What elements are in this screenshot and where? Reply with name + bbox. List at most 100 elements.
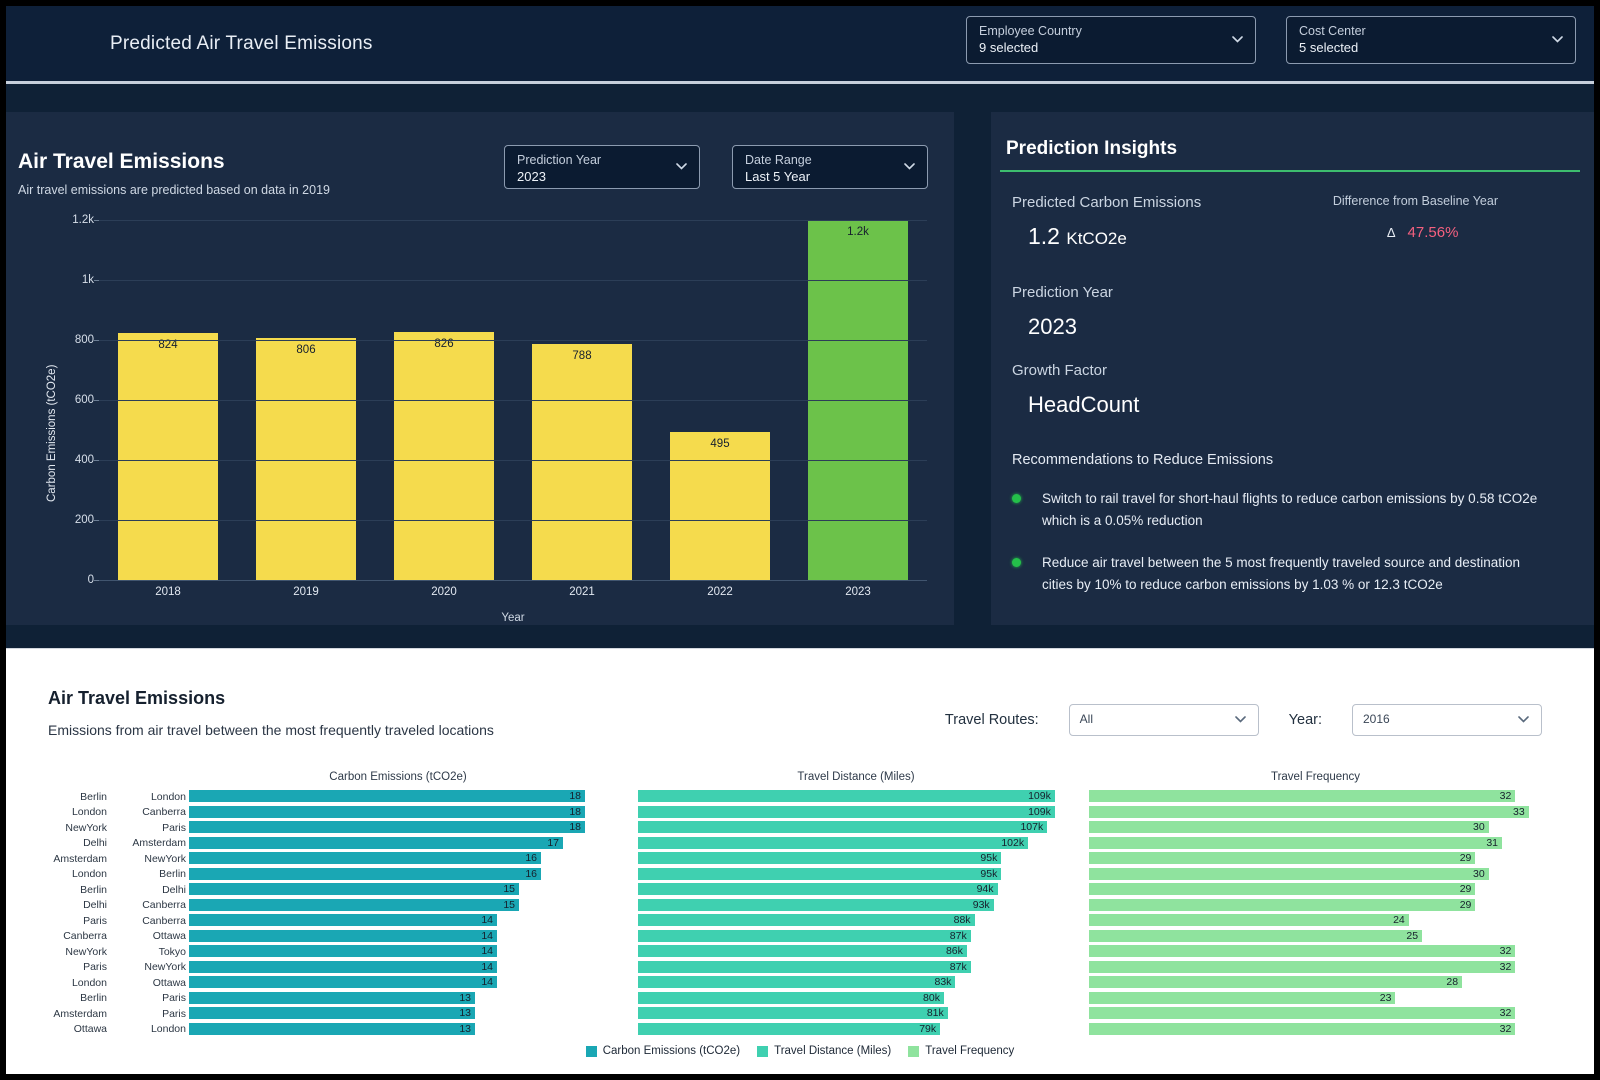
- employee-country-value: 9 selected: [979, 40, 1039, 55]
- bar-row: 109k: [638, 789, 1074, 805]
- horizontal-bar[interactable]: [189, 944, 497, 958]
- horizontal-bar[interactable]: [638, 1006, 948, 1020]
- horizontal-bar[interactable]: [638, 1021, 941, 1036]
- horizontal-bar[interactable]: [189, 835, 563, 850]
- horizontal-bar[interactable]: [189, 1021, 475, 1036]
- horizontal-bar[interactable]: [189, 820, 585, 834]
- x-axis-line: [99, 580, 927, 581]
- horizontal-bar[interactable]: [1089, 789, 1516, 803]
- bar-row: 32: [1089, 1021, 1542, 1038]
- horizontal-bar[interactable]: [638, 804, 1055, 819]
- bar-value-label: 18: [569, 821, 581, 833]
- bar[interactable]: 788: [532, 343, 632, 580]
- route-destination: Paris: [162, 821, 186, 834]
- bar-value-label: 87k: [949, 960, 967, 973]
- horizontal-bar[interactable]: [1089, 866, 1489, 881]
- horizontal-bar[interactable]: [638, 944, 967, 958]
- horizontal-bar[interactable]: [638, 913, 975, 927]
- bar[interactable]: 826: [394, 332, 494, 580]
- horizontal-bar[interactable]: [189, 897, 519, 912]
- horizontal-bar[interactable]: [1089, 820, 1489, 834]
- horizontal-bar[interactable]: [638, 975, 956, 989]
- route-source: Paris: [83, 914, 107, 927]
- horizontal-bar[interactable]: [189, 928, 497, 943]
- bar-value-label: 79k: [919, 1022, 937, 1035]
- date-range-dropdown[interactable]: Date Range Last 5 Year: [732, 145, 928, 189]
- bar-value-label: 13: [459, 1007, 471, 1019]
- bar-row: 18: [189, 789, 607, 805]
- bar-value-label: 788: [572, 349, 592, 362]
- route-source: Amsterdam: [53, 1007, 107, 1020]
- horizontal-bar[interactable]: [1089, 959, 1516, 974]
- horizontal-bar[interactable]: [638, 820, 1048, 834]
- bar-value-label: 23: [1379, 991, 1392, 1004]
- bar-row: 13: [189, 1021, 607, 1038]
- horizontal-bar[interactable]: [1089, 851, 1476, 865]
- bar-row: 95k: [638, 866, 1074, 883]
- route-source: London: [71, 806, 107, 819]
- growth-factor-label: Growth Factor: [1012, 362, 1108, 379]
- horizontal-bar[interactable]: [1089, 928, 1423, 943]
- legend-swatch: [908, 1045, 920, 1057]
- legend-item[interactable]: Carbon Emissions (tCO2e): [585, 1045, 740, 1057]
- route-label-column: Berlin London London Canberra NewYork Paris De…: [41, 789, 186, 1037]
- horizontal-bar[interactable]: [638, 866, 1002, 881]
- route-destination: Tokyo: [158, 945, 186, 958]
- horizontal-bar[interactable]: [189, 959, 497, 974]
- horizontal-bar[interactable]: [189, 804, 585, 819]
- bar-value-label: 495: [710, 437, 730, 450]
- x-axis-tick-label: 2019: [293, 586, 319, 598]
- bar[interactable]: 824: [118, 332, 218, 580]
- horizontal-bar[interactable]: [1089, 975, 1463, 989]
- horizontal-bar[interactable]: [1089, 804, 1529, 819]
- horizontal-bar[interactable]: [1089, 1021, 1516, 1036]
- horizontal-bar[interactable]: [189, 990, 475, 1005]
- chevron-down-icon: [676, 163, 687, 170]
- horizontal-bar[interactable]: [189, 975, 497, 989]
- horizontal-bar[interactable]: [638, 789, 1055, 803]
- horizontal-bar[interactable]: [1089, 882, 1476, 896]
- bar-value-label: 32: [1499, 1022, 1512, 1035]
- bar-value-label: 13: [459, 1022, 471, 1035]
- horizontal-bar[interactable]: [1089, 944, 1516, 958]
- legend-item[interactable]: Travel Distance (Miles): [757, 1045, 891, 1057]
- horizontal-bar[interactable]: [638, 990, 944, 1005]
- route-label-row: Berlin Paris: [41, 991, 186, 1007]
- bar[interactable]: 495: [670, 431, 770, 580]
- horizontal-bar[interactable]: [638, 851, 1002, 865]
- horizontal-bar[interactable]: [189, 913, 497, 927]
- dashboard-root: Predicted Air Travel Emissions Employee …: [0, 0, 1600, 1080]
- horizontal-bar[interactable]: [189, 851, 541, 865]
- bar-row: 32: [1089, 1006, 1542, 1022]
- bar-value-label: 15: [503, 898, 515, 911]
- prediction-year-dropdown[interactable]: Prediction Year 2023: [504, 145, 700, 189]
- bar-row: 109k: [638, 804, 1074, 821]
- employee-country-dropdown[interactable]: Employee Country 9 selected: [966, 16, 1256, 64]
- route-label-row: Paris NewYork: [41, 960, 186, 976]
- y-axis-ticks: 0 200 400 600 800 1k 1.2k: [50, 214, 94, 586]
- horizontal-bar[interactable]: [1089, 990, 1396, 1005]
- horizontal-bar[interactable]: [1089, 913, 1409, 927]
- horizontal-bar[interactable]: [1089, 897, 1476, 912]
- route-destination: Canberra: [142, 914, 186, 927]
- travel-routes-label: Travel Routes:: [944, 712, 1039, 728]
- horizontal-bar[interactable]: [638, 882, 998, 896]
- horizontal-bar[interactable]: [189, 866, 541, 881]
- horizontal-bar[interactable]: [189, 1006, 475, 1020]
- horizontal-bar[interactable]: [638, 928, 971, 943]
- cost-center-dropdown[interactable]: Cost Center 5 selected: [1286, 16, 1576, 64]
- horizontal-bar[interactable]: [638, 959, 971, 974]
- year-dropdown[interactable]: 2016: [1352, 704, 1542, 736]
- horizontal-bar[interactable]: [638, 897, 994, 912]
- route-source: Ottawa: [73, 1023, 107, 1036]
- bar-row: 14: [189, 928, 607, 945]
- bar-row: 79k: [638, 1021, 1074, 1038]
- horizontal-bar[interactable]: [1089, 1006, 1516, 1020]
- horizontal-bar[interactable]: [189, 882, 519, 896]
- horizontal-bar[interactable]: [638, 835, 1029, 850]
- travel-routes-dropdown[interactable]: All: [1068, 704, 1259, 736]
- horizontal-bar[interactable]: [189, 789, 585, 803]
- horizontal-bar[interactable]: [1089, 835, 1503, 850]
- legend-item[interactable]: Travel Frequency: [908, 1045, 1014, 1057]
- route-destination: London: [150, 1023, 186, 1036]
